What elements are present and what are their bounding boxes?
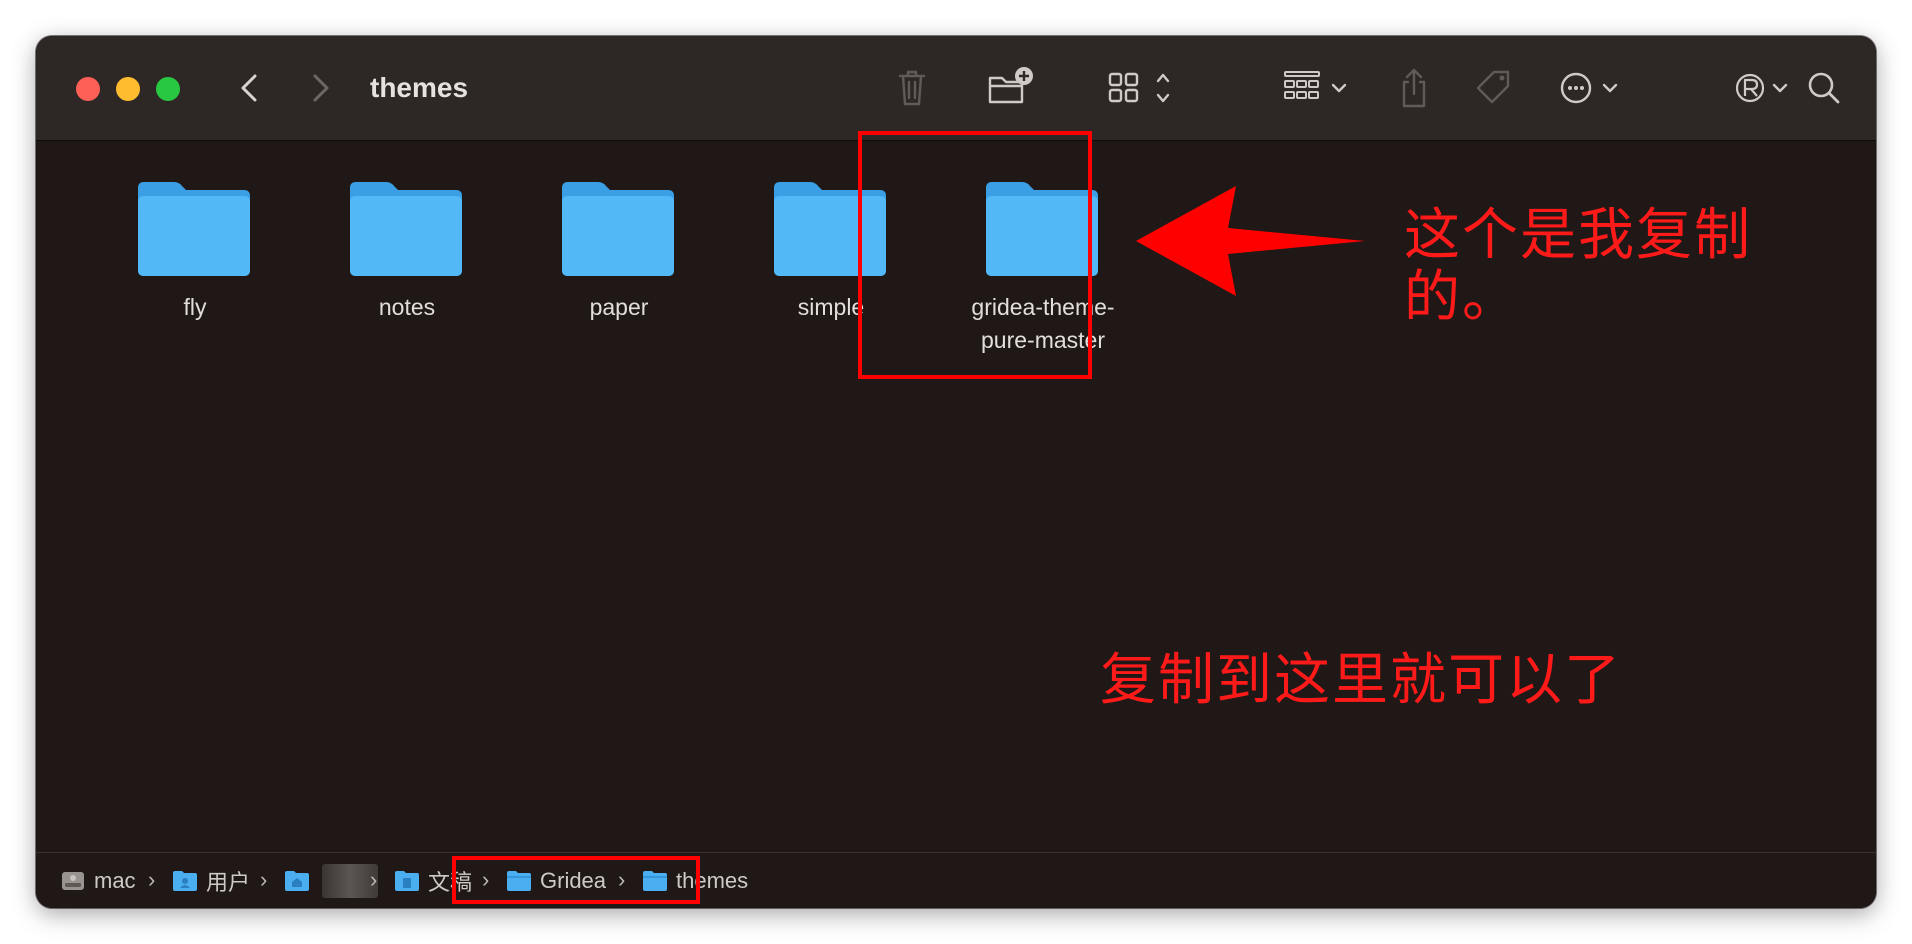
new-folder-button[interactable] [986, 64, 1036, 112]
folder-icon [350, 182, 462, 276]
disk-icon [62, 872, 84, 890]
annotation-note-line2: 的。 [1404, 265, 1520, 330]
path-bar: mac › 用户 › › 文稿 › Gridea › themes [36, 852, 1876, 908]
documents-folder-icon [395, 871, 419, 891]
folder-icon [562, 182, 674, 276]
annotation-arrow-icon [1136, 186, 1365, 296]
minimize-window-button[interactable] [116, 77, 140, 101]
path-separator: › [370, 867, 378, 892]
annotation-note: 这个是我复制 的。 [1404, 205, 1784, 329]
share-icon [1402, 68, 1426, 108]
path-item-label: mac [94, 868, 136, 893]
share-button[interactable] [1396, 64, 1432, 112]
tag-icon [1476, 70, 1510, 104]
annotation-note-line1: 这个是我复制 [1404, 203, 1752, 268]
search-icon [1808, 72, 1840, 104]
extension-button[interactable] [1732, 64, 1796, 112]
path-separator: › [260, 867, 268, 892]
path-item-users[interactable]: 用户 [172, 863, 250, 899]
annotation-bottom-note: 复制到这里就可以了 [1100, 648, 1622, 713]
window-title: themes [370, 72, 469, 103]
annotation-highlight-box [858, 131, 1092, 379]
tag-button[interactable] [1472, 64, 1516, 112]
more-icon [1560, 72, 1618, 104]
grid-view-icon [1108, 72, 1170, 103]
path-separator: › [148, 867, 156, 892]
chevron-left-icon [241, 74, 257, 102]
back-button[interactable] [232, 70, 268, 106]
action-menu-button[interactable] [1558, 64, 1628, 112]
path-item-mac[interactable]: mac [60, 863, 136, 899]
chevron-right-icon [313, 74, 329, 102]
file-name: fly [183, 294, 207, 320]
close-window-button[interactable] [76, 77, 100, 101]
path-item-label: 用户 [206, 870, 251, 895]
registered-icon [1735, 73, 1788, 103]
folder-icon [138, 182, 250, 276]
group-icon [1284, 71, 1347, 99]
annotation-path-highlight-box [452, 856, 700, 904]
users-folder-icon [173, 871, 197, 891]
toolbar: themes [36, 36, 1876, 141]
file-name: paper [589, 294, 649, 320]
view-mode-button[interactable] [1106, 64, 1180, 112]
path-item-home[interactable] [284, 863, 378, 899]
zoom-window-button[interactable] [156, 77, 180, 101]
trash-icon [898, 70, 926, 106]
file-name: notes [378, 294, 436, 320]
group-button[interactable] [1282, 64, 1356, 112]
new-folder-icon [988, 67, 1033, 104]
forward-button[interactable] [302, 70, 338, 106]
delete-button[interactable] [894, 64, 930, 112]
home-folder-icon [285, 871, 309, 891]
search-button[interactable] [1804, 64, 1844, 112]
